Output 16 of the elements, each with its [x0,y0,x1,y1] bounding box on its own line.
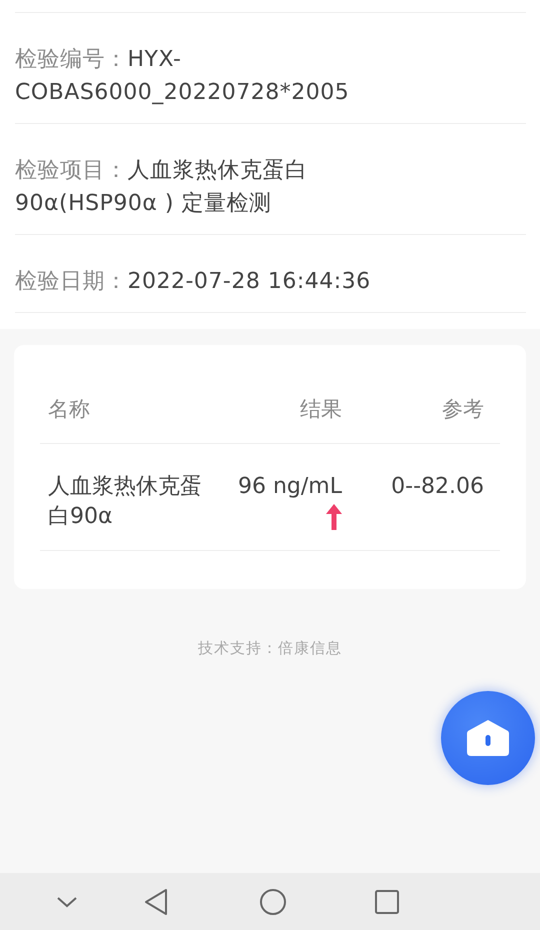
chevron-down-icon[interactable] [56,896,78,908]
table-cell-text: 96 ng/mL [238,473,342,501]
info-field: 检验项目：人血浆热休克蛋白90α(HSP90α ) 定量检测 [15,154,395,220]
table-cell-text: 0--82.06 [390,473,485,501]
home-button[interactable] [441,691,535,785]
info-field: 检验日期：2022-07-28 16:44:36 [15,265,371,298]
column-header: 名称 [47,396,91,423]
table-cell-text: 人血浆热休克蛋白90α [47,473,203,531]
home-icon [466,719,510,757]
column-header: 参考 [441,396,485,423]
footer-text: 技术支持：倍康信息 [197,639,343,658]
recents-square-icon[interactable] [375,890,399,914]
column-header: 结果 [299,396,342,423]
home-circle-icon[interactable] [259,888,287,916]
info-field: 检验编号：HYX-COBAS6000_20220728*2005 [15,43,395,109]
back-icon[interactable] [144,888,168,916]
